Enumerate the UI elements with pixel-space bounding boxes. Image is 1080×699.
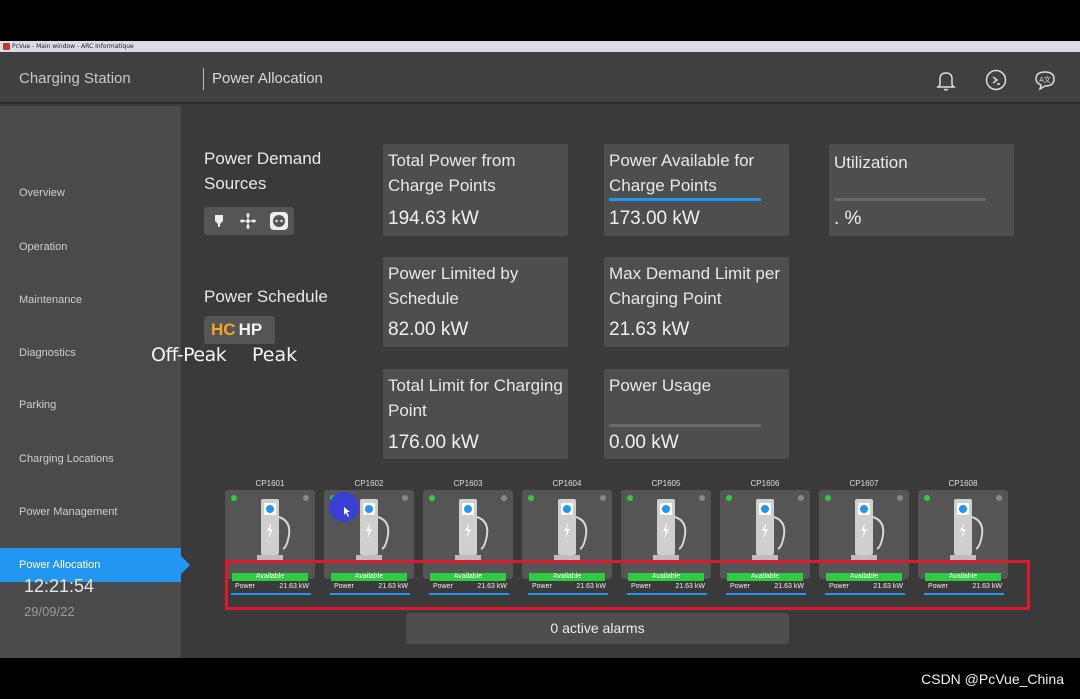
card-value: 21.63 kW (609, 319, 690, 340)
power-available-card: Power Available for Charge Points 173.00… (604, 144, 789, 236)
charge-point-name: CP1603 (453, 479, 483, 488)
fan-icon[interactable] (239, 212, 257, 230)
language-icon[interactable]: A文 (1033, 68, 1057, 92)
card-value: 194.63 kW (388, 208, 479, 229)
charge-point-name: CP1604 (552, 479, 582, 488)
hp-label: HP (238, 320, 263, 339)
connection-dot (231, 495, 237, 501)
connection-dot (429, 495, 435, 501)
fault-dot (699, 495, 705, 501)
fault-dot (798, 495, 804, 501)
card-value: 0.00 kW (609, 432, 679, 453)
card-title: Utilization (834, 153, 908, 172)
charge-point-name: CP1605 (651, 479, 681, 488)
sidebar-item-charging-locations[interactable]: Charging Locations (0, 442, 181, 476)
power-schedule-label: Power Schedule (204, 287, 328, 306)
charge-point-name: CP1608 (948, 479, 978, 488)
limited-schedule-card: Power Limited by Schedule 82.00 kW (383, 257, 568, 347)
window-titlebar: PcVue - Main window - ARC Informatique (0, 41, 1080, 52)
app-icon (3, 43, 10, 50)
connection-dot (924, 495, 930, 501)
peak-label: Peak (252, 344, 298, 366)
lightbulb-icon[interactable] (210, 212, 228, 230)
charger-icon (554, 499, 588, 561)
card-title: Power Available for Charge Points (609, 151, 755, 195)
card-title: Power Usage (609, 376, 712, 395)
power-demand-sources-label: Power Demand Sources (204, 149, 322, 193)
connection-dot (528, 495, 534, 501)
utilization-level-bar (834, 198, 986, 201)
connection-dot (627, 495, 633, 501)
charger-icon (257, 499, 291, 561)
charge-point-name: CP1601 (255, 479, 285, 488)
sidebar: Overview Operation Maintenance Diagnosti… (0, 106, 190, 658)
available-level-bar (609, 198, 761, 201)
alarms-bar[interactable]: 0 active alarms (406, 613, 789, 644)
sidebar-item-power-management[interactable]: Power Management (0, 495, 181, 529)
console-icon[interactable] (984, 68, 1008, 92)
usage-level-bar (609, 424, 761, 427)
charger-icon (455, 499, 489, 561)
charge-point-name: CP1606 (750, 479, 780, 488)
outlet-icon[interactable] (269, 211, 289, 231)
schedule-toggle[interactable]: HC HP (204, 316, 275, 344)
fault-dot (897, 495, 903, 501)
clock-date: 29/09/22 (24, 604, 75, 619)
offpeak-label: Off-Peak (151, 344, 227, 366)
highlight-box (225, 560, 1030, 610)
charger-icon (950, 499, 984, 561)
bell-icon[interactable] (934, 68, 958, 92)
mouse-cursor-icon (344, 507, 350, 517)
max-demand-card: Max Demand Limit per Charging Point 21.6… (604, 257, 789, 347)
fault-dot (501, 495, 507, 501)
charger-icon (653, 499, 687, 561)
charger-icon (752, 499, 786, 561)
total-limit-card: Total Limit for Charging Point 176.00 kW (383, 369, 568, 459)
sidebar-item-operation[interactable]: Operation (0, 230, 181, 264)
charge-point-name: CP1607 (849, 479, 879, 488)
fault-dot (402, 495, 408, 501)
svg-text:A文: A文 (1039, 75, 1051, 84)
total-power-card: Total Power from Charge Points 194.63 kW (383, 144, 568, 236)
header-divider (203, 68, 204, 90)
app-title: Charging Station (19, 70, 131, 87)
app-window: Charging Station Power Allocation A文 Ove… (0, 52, 1080, 658)
window-title: PcVue - Main window - ARC Informatique (12, 43, 134, 50)
fault-dot (303, 495, 309, 501)
charger-icon (851, 499, 885, 561)
header-bar: Charging Station Power Allocation A文 (0, 52, 1080, 104)
page-title: Power Allocation (212, 70, 323, 87)
utilization-card: Utilization . % (829, 144, 1014, 236)
fault-dot (600, 495, 606, 501)
clock-time: 12:21:54 (24, 576, 95, 596)
sidebar-item-parking[interactable]: Parking (0, 388, 181, 422)
card-value: 82.00 kW (388, 319, 469, 340)
card-value: . % (834, 208, 862, 229)
sidebar-item-overview[interactable]: Overview (0, 176, 181, 210)
card-title: Max Demand Limit per Charging Point (609, 264, 781, 308)
hc-label: HC (211, 320, 236, 339)
level-fill (609, 198, 761, 201)
connection-dot (726, 495, 732, 501)
card-title: Total Power from Charge Points (388, 151, 516, 195)
fault-dot (996, 495, 1002, 501)
charger-icon (356, 499, 390, 561)
watermark: CSDN @PcVue_China (921, 671, 1064, 687)
card-value: 173.00 kW (609, 208, 700, 229)
sources-icon-group (204, 207, 294, 235)
sidebar-item-maintenance[interactable]: Maintenance (0, 283, 181, 317)
power-usage-card: Power Usage 0.00 kW (604, 369, 789, 459)
charge-point-name: CP1602 (354, 479, 384, 488)
card-title: Power Limited by Schedule (388, 264, 519, 308)
card-title: Total Limit for Charging Point (388, 376, 563, 420)
connection-dot (825, 495, 831, 501)
card-value: 176.00 kW (388, 432, 479, 453)
